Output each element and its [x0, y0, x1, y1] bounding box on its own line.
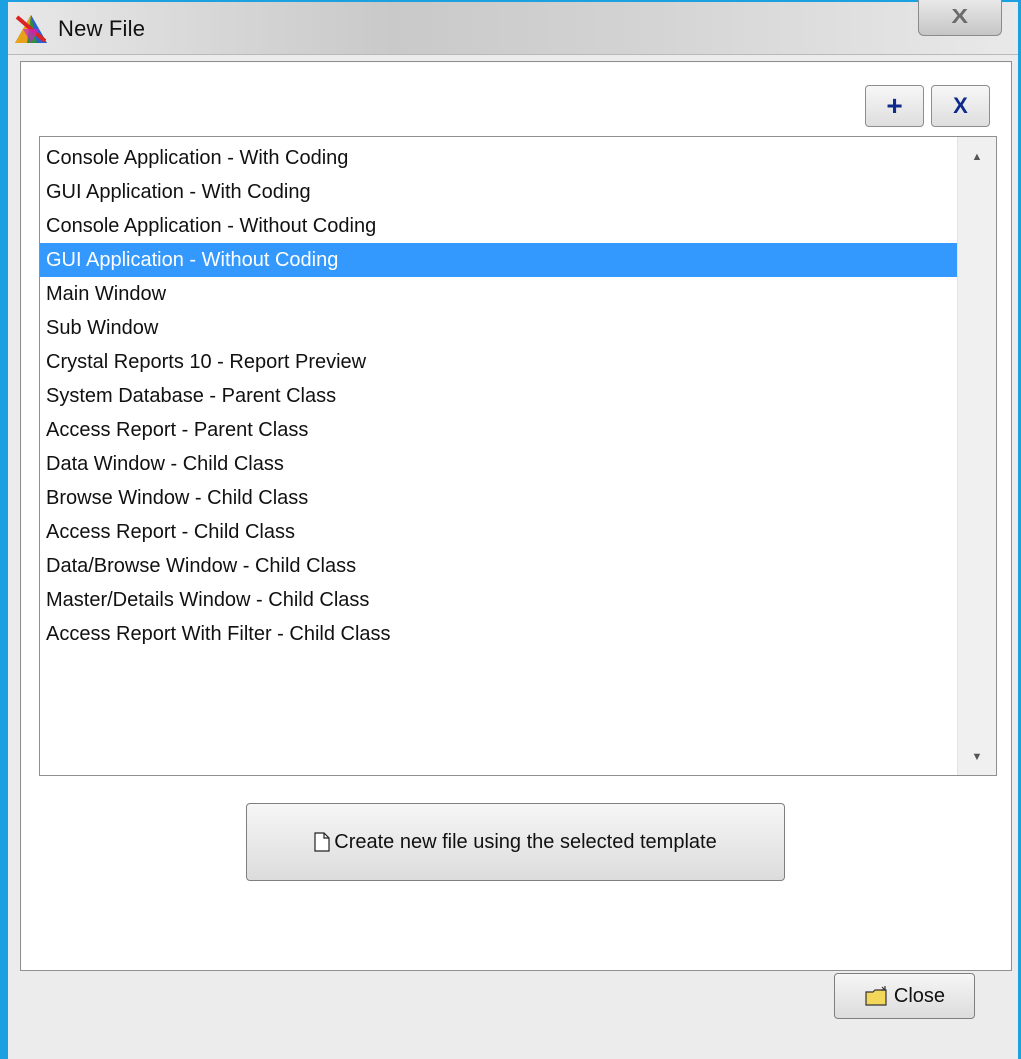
list-item[interactable]: Browse Window - Child Class [40, 481, 958, 515]
list-item[interactable]: System Database - Parent Class [40, 379, 958, 413]
open-folder-icon [865, 986, 887, 1006]
title-bar[interactable]: New File X [8, 0, 1018, 55]
list-item-selected[interactable]: GUI Application - Without Coding [40, 243, 958, 277]
list-item[interactable]: GUI Application - With Coding [40, 175, 958, 209]
new-file-dialog: New File X + X Console Application - Wit… [0, 0, 1021, 1059]
scroll-up-arrow-icon[interactable]: ▲ [958, 141, 996, 173]
vertical-scrollbar[interactable]: ▲ ▼ [957, 137, 996, 775]
list-item[interactable]: Data Window - Child Class [40, 447, 958, 481]
list-item[interactable]: Access Report - Parent Class [40, 413, 958, 447]
template-list[interactable]: Console Application - With Coding GUI App… [39, 136, 997, 776]
new-document-icon [314, 832, 330, 852]
list-item[interactable]: Sub Window [40, 311, 958, 345]
close-icon: X [951, 6, 969, 28]
close-label: Close [893, 984, 946, 1007]
list-item[interactable]: Access Report - Child Class [40, 515, 958, 549]
list-item[interactable]: Master/Details Window - Child Class [40, 583, 958, 617]
create-file-label: Create new file using the selected templ… [334, 830, 717, 853]
remove-template-button[interactable]: X [931, 85, 990, 127]
window-close-button[interactable]: X [918, 0, 1002, 36]
create-file-button[interactable]: Create new file using the selected templ… [246, 803, 785, 881]
app-logo-icon [15, 15, 47, 43]
list-item[interactable]: Console Application - Without Coding [40, 209, 958, 243]
template-panel: + X Console Application - With Coding GUI… [20, 61, 1012, 971]
template-items: Console Application - With Coding GUI App… [40, 141, 958, 651]
list-item[interactable]: Access Report With Filter - Child Class [40, 617, 958, 651]
list-item[interactable]: Main Window [40, 277, 958, 311]
window-title: New File [58, 16, 146, 41]
list-item[interactable]: Console Application - With Coding [40, 141, 958, 175]
add-template-button[interactable]: + [865, 85, 924, 127]
scroll-down-arrow-icon[interactable]: ▼ [958, 741, 996, 773]
list-item[interactable]: Crystal Reports 10 - Report Preview [40, 345, 958, 379]
close-button[interactable]: Close [834, 973, 975, 1019]
list-item[interactable]: Data/Browse Window - Child Class [40, 549, 958, 583]
